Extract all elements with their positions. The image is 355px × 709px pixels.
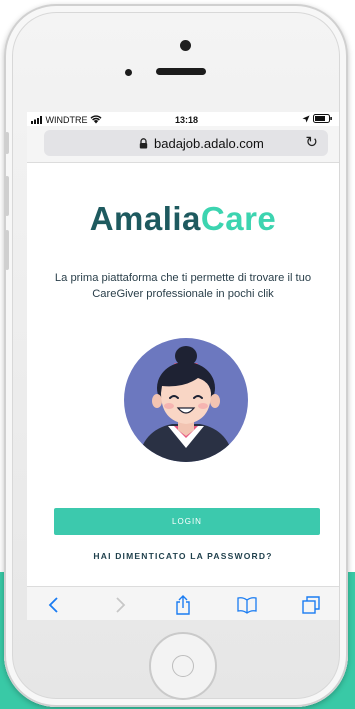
location-arrow-icon bbox=[302, 115, 310, 123]
sensor bbox=[125, 69, 132, 76]
earpiece-speaker bbox=[156, 68, 206, 75]
url-text: badajob.adalo.com bbox=[154, 136, 264, 151]
phone-frame: WINDTRE 13:18 badajob.adalo.com ↻ Amalia… bbox=[4, 4, 348, 707]
front-camera bbox=[180, 40, 191, 51]
share-icon[interactable] bbox=[173, 595, 193, 615]
status-right bbox=[302, 114, 333, 125]
forward-icon[interactable] bbox=[109, 595, 129, 615]
caregiver-avatar-icon bbox=[124, 338, 248, 462]
home-button-inner bbox=[172, 655, 194, 677]
carrier-name: WINDTRE bbox=[45, 115, 88, 125]
screen: WINDTRE 13:18 badajob.adalo.com ↻ Amalia… bbox=[27, 112, 339, 620]
signal-icon bbox=[31, 116, 42, 124]
home-button[interactable] bbox=[149, 632, 217, 700]
carrier: WINDTRE bbox=[31, 115, 102, 125]
back-icon[interactable] bbox=[45, 595, 65, 615]
mute-switch bbox=[5, 132, 9, 154]
url-field[interactable]: badajob.adalo.com ↻ bbox=[44, 130, 328, 156]
tabs-icon[interactable] bbox=[301, 595, 321, 615]
wifi-icon bbox=[90, 115, 102, 124]
reload-icon[interactable]: ↻ bbox=[305, 133, 318, 151]
forgot-password-link[interactable]: HAI DIMENTICATO LA PASSWORD? bbox=[27, 551, 339, 561]
browser-toolbar bbox=[27, 586, 339, 620]
tagline: La prima piattaforma che ti permette di … bbox=[54, 272, 312, 300]
status-time: 13:18 bbox=[175, 115, 199, 125]
volume-down-button bbox=[5, 230, 9, 270]
bookmarks-icon[interactable] bbox=[237, 595, 257, 615]
browser-address-bar: badajob.adalo.com ↻ bbox=[27, 126, 339, 163]
logo-amalia: Amalia bbox=[89, 200, 201, 237]
volume-up-button bbox=[5, 176, 9, 216]
login-button[interactable]: LOGIN bbox=[54, 508, 320, 535]
battery-icon bbox=[313, 114, 332, 123]
lock-icon bbox=[139, 138, 148, 149]
app-logo: AmaliaCare bbox=[27, 200, 339, 238]
logo-care: Care bbox=[200, 200, 277, 237]
